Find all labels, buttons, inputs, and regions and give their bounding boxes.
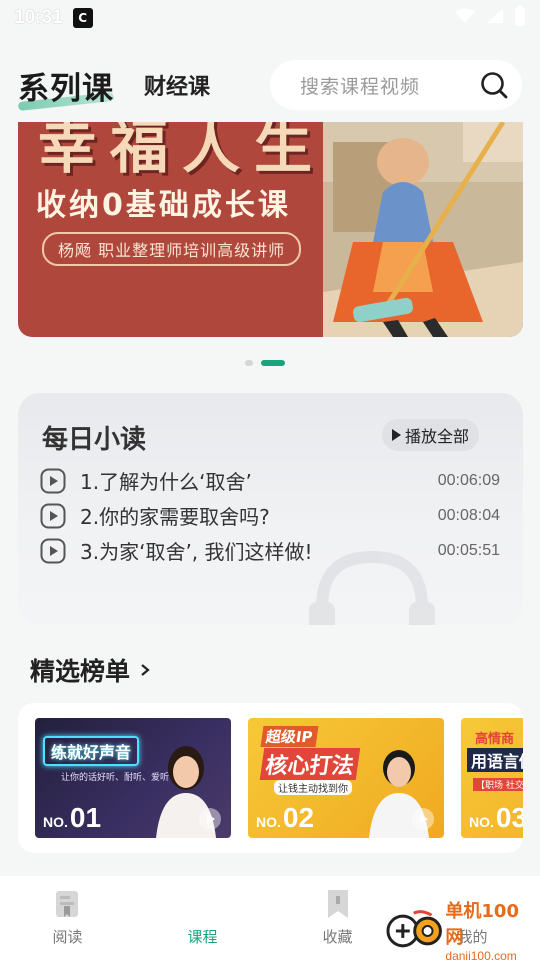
card-subtitle: 让钱主动找到你 (274, 780, 352, 795)
card-subtitle: 【职场 社交 (473, 778, 523, 791)
play-circle-icon[interactable] (40, 538, 66, 564)
status-time: 10:31 (14, 7, 63, 28)
nav-label: 阅读 (52, 928, 83, 946)
watermark-url: danji100.com (445, 949, 517, 960)
ranking-card[interactable]: 超级IP 核心打法 让钱主动找到你 NO. 02 (248, 718, 444, 838)
promo-banner[interactable]: 幸福人生 收纳0基础成长课 杨飏 职业整理师培训高级讲师 (18, 122, 523, 337)
daily-item[interactable]: 1.了解为什么‘取舍’ 00:06:09 (40, 463, 500, 498)
wifi-icon (454, 8, 476, 28)
rank-number: NO. 01 (43, 802, 101, 834)
card-title: 核心打法 (259, 748, 361, 780)
rank-no-value: 02 (282, 802, 315, 833)
rank-number: NO. 03 (469, 802, 523, 834)
signal-icon (486, 8, 504, 28)
nav-item-course[interactable]: 课程 (135, 876, 270, 960)
card-title: 用语言做 (467, 748, 523, 772)
daily-item-title: 3.为家‘取舍’, 我们这样做! (80, 540, 313, 564)
rank-number: NO. 02 (256, 802, 314, 834)
watermark: 单机100网 danji100.com (386, 901, 536, 960)
daily-item-duration: 00:08:04 (437, 506, 500, 524)
battery-icon (514, 6, 526, 30)
play-icon[interactable] (412, 808, 434, 830)
book-icon (55, 891, 78, 917)
daily-reading-card: 每日小读 播放全部 1.了解为什么‘取舍’ 00:06:09 2.你的家需要取舍… (18, 393, 523, 625)
rank-no-label: NO. (256, 814, 281, 830)
tab-series-course[interactable]: 系列课 (17, 63, 115, 111)
daily-item-title: 1.了解为什么‘取舍’ (80, 470, 252, 494)
nav-item-read[interactable]: 阅读 (0, 876, 135, 960)
play-circle-icon[interactable] (40, 503, 66, 529)
ranking-card[interactable]: 练就好声音 让你的话好听、耐听、爱听 NO. 01 (35, 718, 231, 838)
rank-no-value: 01 (69, 802, 102, 833)
nav-label: 课程 (187, 928, 218, 946)
ranking-card[interactable]: 高情商 用语言做 【职场 社交 NO. 03 (461, 718, 523, 838)
bookmark-icon (327, 890, 348, 918)
header: 系列课 财经课 搜索课程视频 (0, 54, 540, 116)
play-all-label: 播放全部 (404, 427, 469, 446)
carousel-indicator (245, 360, 285, 366)
status-icons (454, 6, 526, 30)
daily-item-duration: 00:05:51 (437, 541, 500, 559)
play-circle-icon[interactable] (40, 468, 66, 494)
course-icon (188, 888, 218, 920)
section-title: 精选榜单 (30, 657, 131, 686)
rank-no-label: NO. (43, 814, 68, 830)
search-input[interactable]: 搜索课程视频 (270, 60, 522, 110)
tab-finance-course[interactable]: 财经课 (144, 69, 210, 101)
card-title: 练就好声音 (43, 736, 140, 766)
banner-title: 幸福人生 (38, 122, 327, 181)
daily-item[interactable]: 2.你的家需要取舍吗? 00:08:04 (40, 498, 500, 533)
search-placeholder: 搜索课程视频 (300, 75, 421, 98)
rank-no-value: 03 (495, 802, 523, 833)
banner-author: 杨飏 职业整理师培训高级讲师 (42, 232, 302, 266)
ranking-list: 练就好声音 让你的话好听、耐听、爱听 NO. 01 超级IP 核心打法 让钱主动… (18, 703, 523, 853)
daily-list: 1.了解为什么‘取舍’ 00:06:09 2.你的家需要取舍吗? 00:08:0… (40, 463, 500, 568)
search-icon[interactable] (480, 71, 508, 99)
status-bar: 10:31 C (0, 0, 540, 36)
watermark-logo (386, 910, 442, 948)
daily-item-title: 2.你的家需要取舍吗? (80, 505, 270, 529)
play-all-button[interactable]: 播放全部 (381, 419, 479, 451)
chevron-right-icon (141, 664, 150, 676)
play-icon[interactable] (199, 808, 221, 830)
rank-no-label: NO. (469, 814, 494, 830)
watermark-text: 单机100网 danji100.com (445, 897, 536, 960)
carousel-dot-active[interactable] (261, 360, 285, 366)
cleaning-woman-illustration (323, 122, 523, 337)
carousel-dot[interactable] (245, 360, 253, 366)
play-icon (391, 429, 401, 441)
daily-title: 每日小读 (42, 425, 147, 455)
watermark-main: 单机100网 (445, 901, 519, 948)
nav-label: 收藏 (322, 928, 353, 946)
nav-item-favorites[interactable]: 收藏 (270, 876, 405, 960)
card-tag: 高情商 (475, 732, 515, 747)
banner-subtitle: 收纳0基础成长课 (36, 188, 291, 223)
card-tag: 超级IP (260, 726, 319, 747)
notification-app-icon: C (72, 8, 93, 28)
daily-item[interactable]: 3.为家‘取舍’, 我们这样做! 00:05:51 (40, 533, 500, 568)
tab-label: 系列课 (18, 70, 114, 107)
featured-ranking-header[interactable]: 精选榜单 (30, 652, 152, 688)
daily-item-duration: 00:06:09 (437, 471, 500, 489)
